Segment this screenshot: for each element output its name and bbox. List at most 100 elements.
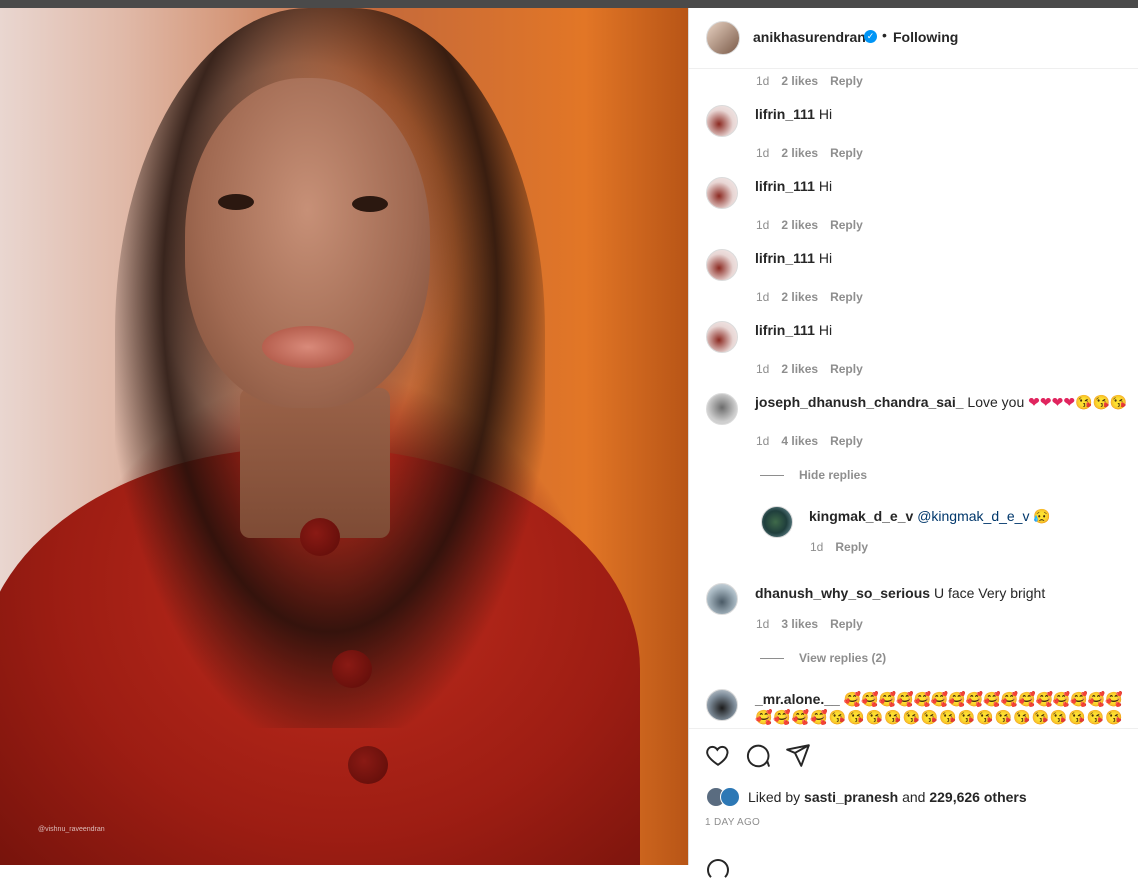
comment-meta: 1d Reply: [810, 540, 880, 554]
reply-button[interactable]: Reply: [830, 362, 863, 376]
liked-by-prefix: Liked by: [748, 789, 801, 805]
commenter-avatar[interactable]: [706, 689, 738, 721]
comment-meta: 1d 3 likes Reply: [756, 617, 875, 631]
commenter-username[interactable]: lifrin_111: [755, 322, 815, 338]
photo-dress-button: [300, 518, 340, 556]
post-photo[interactable]: @vishnu_raveendran: [0, 8, 688, 865]
verified-badge-icon: ✓: [864, 30, 877, 43]
photo-eye-right: [352, 196, 388, 212]
reply-button[interactable]: Reply: [830, 74, 863, 88]
photo-neck: [240, 388, 390, 538]
commenter-avatar[interactable]: [706, 177, 738, 209]
commenter-avatar[interactable]: [706, 249, 738, 281]
comments-list[interactable]: 1d 2 likes Reply lifrin_111 Hi 1d 2 likes Re…: [689, 69, 1138, 728]
liked-by-others-link[interactable]: 229,626 others: [929, 789, 1026, 805]
following-button[interactable]: Following: [893, 29, 958, 45]
post-header: anikhasurendran ✓ • Following: [689, 8, 1138, 69]
post-actions: Liked by sasti_pranesh and 229,626 other…: [689, 728, 1138, 881]
reply-button[interactable]: Reply: [830, 434, 863, 448]
comment-text: _mr.alone.__ 🥰🥰🥰🥰🥰🥰🥰🥰🥰🥰🥰🥰🥰🥰🥰🥰: [755, 691, 1123, 708]
photo-eye-left: [218, 194, 254, 210]
hide-replies-button[interactable]: Hide replies: [799, 468, 867, 482]
commenter-avatar[interactable]: [706, 321, 738, 353]
comment-time: 1d: [756, 290, 770, 304]
browser-top-strip: [0, 0, 1138, 8]
commenter-username[interactable]: _mr.alone.__: [755, 691, 840, 707]
comment-likes[interactable]: 4 likes: [781, 434, 818, 448]
comment-likes[interactable]: 2 likes: [781, 146, 818, 160]
author-username[interactable]: anikhasurendran: [753, 29, 866, 45]
author-avatar[interactable]: [706, 21, 740, 55]
liked-by-text: Liked by sasti_pranesh and 229,626 other…: [748, 789, 1027, 805]
commenter-avatar[interactable]: [706, 583, 738, 615]
commenter-username[interactable]: lifrin_111: [755, 178, 815, 194]
comment-likes[interactable]: 2 likes: [781, 218, 818, 232]
commenter-avatar[interactable]: [706, 105, 738, 137]
liked-by-and: and: [902, 789, 926, 805]
comment-likes[interactable]: 3 likes: [781, 617, 818, 631]
comment-body: Love you: [967, 394, 1025, 410]
comment-emojis: 😥: [1033, 508, 1051, 524]
reply-button[interactable]: Reply: [830, 218, 863, 232]
comment-likes[interactable]: 2 likes: [781, 74, 818, 88]
commenter-username[interactable]: dhanush_why_so_serious: [755, 585, 930, 601]
comment-text: lifrin_111 Hi: [755, 322, 832, 338]
liked-by-avatars[interactable]: [706, 787, 746, 807]
comment-emojis: ❤❤❤❤😘😘😘: [1028, 394, 1128, 410]
comment-time: 1d: [756, 146, 770, 160]
comment-body: U face Very bright: [933, 585, 1046, 601]
comment-time: 1d: [756, 362, 770, 376]
reply-button[interactable]: Reply: [830, 617, 863, 631]
emoji-icon[interactable]: [707, 859, 729, 881]
comment-text: lifrin_111 Hi: [755, 106, 832, 122]
comment-text: joseph_dhanush_chandra_sai_ Love you ❤❤❤…: [755, 394, 1127, 411]
comment-emojis: 🥰🥰🥰🥰😘😘😘😘😘😘😘😘😘😘😘😘😘😘😘😘: [755, 709, 1124, 725]
comment-time: 1d: [756, 74, 770, 88]
comment-body: Hi: [818, 178, 833, 194]
comment-body: Hi: [818, 250, 833, 266]
commenter-username[interactable]: lifrin_111: [755, 106, 815, 122]
liked-by-user-link[interactable]: sasti_pranesh: [804, 789, 898, 805]
photo-dress-button: [332, 650, 372, 688]
commenter-username[interactable]: joseph_dhanush_chandra_sai_: [755, 394, 964, 410]
comment-meta: 1d 2 likes Reply: [756, 146, 875, 160]
comment-time: 1d: [756, 434, 770, 448]
photo-lips: [262, 326, 354, 368]
comment-meta: 1d 2 likes Reply: [756, 362, 875, 376]
liker-avatar: [720, 787, 740, 807]
comment-icon[interactable]: [745, 742, 771, 768]
commenter-username[interactable]: kingmak_d_e_v: [809, 508, 913, 524]
photo-credit-watermark: @vishnu_raveendran: [38, 826, 105, 833]
comment-body: Hi: [818, 322, 833, 338]
view-replies-button[interactable]: View replies (2): [799, 651, 886, 665]
comment-text: lifrin_111 Hi: [755, 178, 832, 194]
post-side-panel: anikhasurendran ✓ • Following 1d 2 likes R…: [688, 8, 1138, 881]
comment-time: 1d: [810, 540, 824, 554]
photo-dress-button: [348, 746, 388, 784]
comment-meta: 1d 2 likes Reply: [756, 218, 875, 232]
comment-text: kingmak_d_e_v @kingmak_d_e_v 😥: [809, 508, 1051, 525]
replies-divider: [760, 475, 784, 476]
separator-dot: •: [882, 27, 887, 43]
comment-time: 1d: [756, 617, 770, 631]
comment-emojis: 🥰🥰🥰🥰🥰🥰🥰🥰🥰🥰🥰🥰🥰🥰🥰🥰: [843, 691, 1123, 707]
comment-body: Hi: [818, 106, 833, 122]
heart-icon[interactable]: [705, 742, 731, 768]
commenter-avatar[interactable]: [706, 393, 738, 425]
comment-meta: 1d 2 likes Reply: [756, 74, 875, 88]
comment-likes[interactable]: 2 likes: [781, 290, 818, 304]
comment-likes[interactable]: 2 likes: [781, 362, 818, 376]
reply-button[interactable]: Reply: [830, 146, 863, 160]
replies-divider: [760, 658, 784, 659]
comment-time: 1d: [756, 218, 770, 232]
comment-text: dhanush_why_so_serious U face Very brigh…: [755, 585, 1045, 601]
comment-meta: 1d 4 likes Reply: [756, 434, 875, 448]
share-icon[interactable]: [785, 742, 811, 768]
commenter-avatar[interactable]: [761, 506, 793, 538]
comment-text: lifrin_111 Hi: [755, 250, 832, 266]
reply-button[interactable]: Reply: [830, 290, 863, 304]
post-timestamp[interactable]: 1 DAY AGO: [705, 817, 760, 828]
reply-button[interactable]: Reply: [835, 540, 868, 554]
commenter-username[interactable]: lifrin_111: [755, 250, 815, 266]
user-mention-link[interactable]: @kingmak_d_e_v: [917, 508, 1029, 524]
